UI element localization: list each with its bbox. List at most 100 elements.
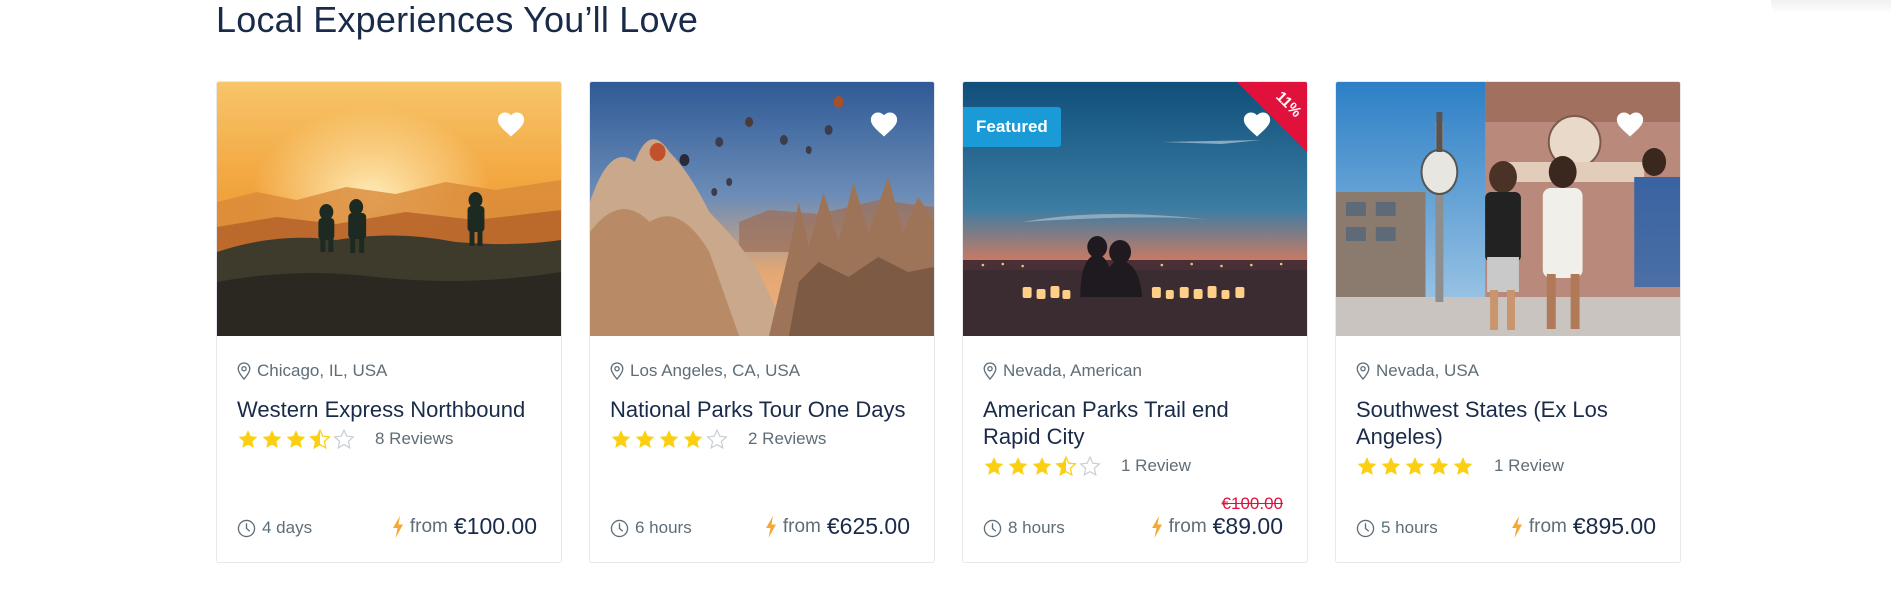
card-body: Chicago, IL, USA Western Express Northbo… (217, 336, 561, 562)
star-icon (333, 428, 355, 450)
price-line: from €100.00 (392, 513, 537, 540)
star-rating (983, 455, 1101, 477)
card-body: Nevada, USA Southwest States (Ex Los Ang… (1336, 336, 1680, 562)
price-line: from €625.00 (765, 513, 910, 540)
from-label: from (1168, 515, 1207, 537)
clock-icon (610, 519, 629, 537)
price-value: €895.00 (1572, 513, 1656, 539)
from-label: from (409, 515, 448, 537)
featured-badge: Featured (963, 107, 1061, 147)
duration-text: 6 hours (635, 518, 692, 537)
heart-icon (1243, 112, 1271, 137)
star-icon (984, 457, 1004, 475)
location-text: Los Angeles, CA, USA (630, 361, 801, 380)
duration-text: 8 hours (1008, 518, 1065, 537)
card-rating: 8 Reviews (237, 427, 541, 451)
star-icon (659, 430, 679, 448)
section-title: Local Experiences You’ll Love (216, 0, 699, 40)
experience-card[interactable]: Los Angeles, CA, USA National Parks Tour… (589, 81, 935, 563)
heart-icon (497, 112, 525, 137)
star-icon (1405, 457, 1425, 475)
top-right-shadow (1771, 0, 1891, 14)
star-rating (610, 428, 728, 450)
lightning-icon (392, 515, 403, 538)
lightning-icon (1511, 515, 1522, 538)
card-location: Los Angeles, CA, USA (610, 360, 914, 382)
card-image[interactable]: Featured 11% (963, 82, 1307, 336)
review-count: 8 Reviews (375, 429, 454, 448)
card-footer: 4 days from €100.00 (237, 513, 537, 540)
card-rating: 1 Review (983, 454, 1287, 478)
card-duration: 8 hours (983, 518, 1065, 540)
card-footer: 8 hours €100.00 from €89.00 (983, 495, 1283, 540)
wishlist-heart-button[interactable] (1615, 110, 1645, 138)
card-image[interactable] (590, 82, 934, 336)
card-price: from €625.00 (765, 513, 910, 540)
card-location: Chicago, IL, USA (237, 360, 541, 382)
review-count: 1 Review (1494, 456, 1564, 475)
star-icon (611, 430, 631, 448)
card-body: Nevada, American American Parks Trail en… (963, 336, 1307, 562)
card-title[interactable]: Western Express Northbound (237, 396, 541, 423)
card-location: Nevada, USA (1356, 360, 1660, 382)
card-rating: 1 Review (1356, 454, 1660, 478)
clock-icon (983, 519, 1002, 537)
experience-card[interactable]: Nevada, USA Southwest States (Ex Los Ang… (1335, 81, 1681, 563)
price-value: €625.00 (826, 513, 910, 539)
wishlist-heart-button[interactable] (1242, 110, 1272, 138)
star-icon (1453, 457, 1473, 475)
card-image[interactable] (1336, 82, 1680, 336)
card-body: Los Angeles, CA, USA National Parks Tour… (590, 336, 934, 562)
price-value: €100.00 (453, 513, 537, 539)
card-location: Nevada, American (983, 360, 1287, 382)
star-icon (1429, 457, 1449, 475)
card-duration: 4 days (237, 518, 312, 540)
star-rating (237, 428, 355, 450)
duration-text: 4 days (262, 518, 313, 537)
location-text: Nevada, USA (1376, 361, 1479, 380)
price-line: from €89.00 (1151, 513, 1283, 540)
card-title[interactable]: American Parks Trail end Rapid City (983, 396, 1287, 450)
star-icon (1381, 457, 1401, 475)
duration-text: 5 hours (1381, 518, 1438, 537)
card-duration: 5 hours (1356, 518, 1438, 540)
price-line: from €895.00 (1511, 513, 1656, 540)
clock-icon (237, 519, 256, 537)
star-icon (1008, 457, 1028, 475)
star-icon (309, 428, 331, 450)
star-icon (635, 430, 655, 448)
card-price: €100.00 from €89.00 (1151, 495, 1283, 540)
experience-card[interactable]: Chicago, IL, USA Western Express Northbo… (216, 81, 562, 563)
star-icon (238, 430, 258, 448)
location-text: Nevada, American (1003, 361, 1142, 380)
map-pin-icon (1356, 362, 1370, 380)
page: Local Experiences You’ll Love Chicago, I… (0, 0, 1891, 599)
card-rating: 2 Reviews (610, 427, 914, 451)
star-icon (683, 430, 703, 448)
wishlist-heart-button[interactable] (496, 110, 526, 138)
map-pin-icon (610, 362, 624, 380)
wishlist-heart-button[interactable] (869, 110, 899, 138)
heart-icon (870, 112, 898, 137)
lightning-icon (1151, 515, 1162, 538)
card-price: from €895.00 (1511, 513, 1656, 540)
star-rating (1356, 455, 1474, 477)
card-title[interactable]: Southwest States (Ex Los Angeles) (1356, 396, 1660, 450)
card-footer: 5 hours from €895.00 (1356, 513, 1656, 540)
experience-card-list: Chicago, IL, USA Western Express Northbo… (216, 81, 1681, 563)
from-label: from (782, 515, 821, 537)
experience-card[interactable]: Featured 11% Nevada, American American P… (962, 81, 1308, 563)
card-duration: 6 hours (610, 518, 692, 540)
star-icon (1032, 457, 1052, 475)
star-icon (706, 428, 728, 450)
heart-icon (1616, 112, 1644, 137)
card-footer: 6 hours from €625.00 (610, 513, 910, 540)
card-price: from €100.00 (392, 513, 537, 540)
old-price: €100.00 (1221, 494, 1283, 513)
card-image[interactable] (217, 82, 561, 336)
location-text: Chicago, IL, USA (257, 361, 388, 380)
card-title[interactable]: National Parks Tour One Days (610, 396, 914, 423)
star-icon (1079, 455, 1101, 477)
clock-icon (1356, 519, 1375, 537)
review-count: 1 Review (1121, 456, 1191, 475)
